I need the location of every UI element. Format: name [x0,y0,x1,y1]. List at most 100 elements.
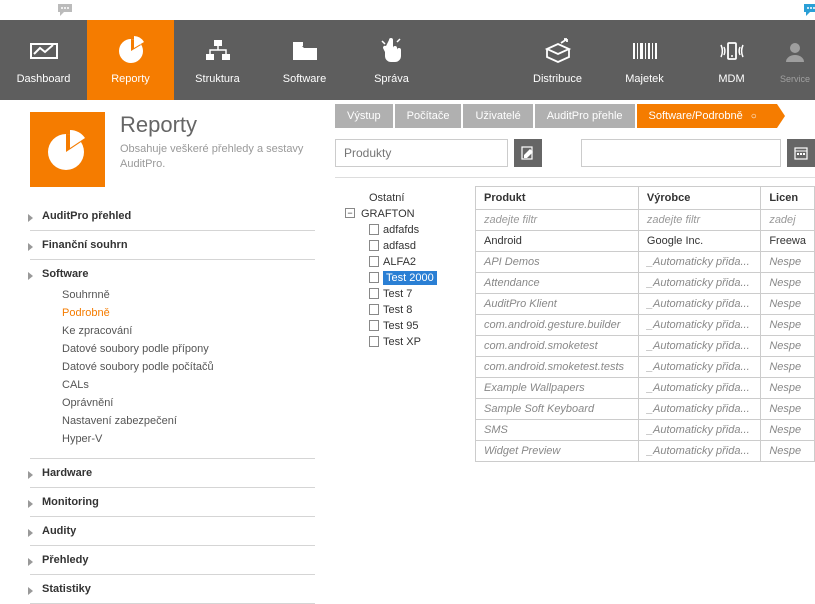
nav-software[interactable]: Software [261,20,348,100]
tab-auditpro-p-ehle[interactable]: AuditPro přehle [535,104,635,128]
tree-view: Ostatní − GRAFTON adfafdsadfasdALFA2Test… [335,186,475,546]
column-header[interactable]: Výrobce [638,187,760,210]
side-item[interactable]: Souhrnně [62,286,315,304]
nav-label: Majetek [625,73,664,85]
table-row[interactable]: Widget Preview_Automaticky přida...Nespe [476,441,815,462]
tab-u-ivatel-[interactable]: Uživatelé [463,104,532,128]
chat-icon[interactable] [56,2,74,18]
side-item[interactable]: CALs [62,376,315,394]
side-item[interactable]: Hyper-V [62,430,315,448]
page-title: Reporty [120,112,325,138]
document-icon [369,272,379,283]
document-icon [369,320,379,331]
document-icon [369,256,379,267]
tree-leaf[interactable]: Test 95 [341,318,475,334]
table-row[interactable]: com.android.smoketest_Automaticky přida.… [476,336,815,357]
tabs: VýstupPočítačeUživateléAuditPro přehleSo… [335,104,815,128]
tree-leaf[interactable]: Test 2000 [341,270,475,286]
nav-label: Správa [374,73,409,85]
table-row[interactable]: com.android.smoketest.tests_Automaticky … [476,357,815,378]
column-filter-input[interactable]: zadejte filtr [638,210,760,231]
tab-v-stup[interactable]: Výstup [335,104,393,128]
tree-leaf[interactable]: Test 7 [341,286,475,302]
date-range-input[interactable] [581,139,781,167]
page-description: Obsahuje veškeré přehledy a sestavy Audi… [120,142,325,173]
nav-mdm[interactable]: MDM [688,20,775,100]
column-filter-input[interactable]: zadejte filtr [476,210,639,231]
document-icon [369,288,379,299]
side-item[interactable]: Oprávnění [62,394,315,412]
side-group-přehledy[interactable]: Přehledy [30,554,315,566]
side-group-audity[interactable]: Audity [30,525,315,537]
side-group-auditpro-přehled[interactable]: AuditPro přehled [30,210,315,222]
side-group-monitoring[interactable]: Monitoring [30,496,315,508]
tree-leaf[interactable]: adfafds [341,222,475,238]
tab-po-ta-e[interactable]: Počítače [395,104,462,128]
nav-label: Struktura [195,73,240,85]
box-share-icon [542,35,574,67]
tree-root[interactable]: Ostatní [341,190,475,206]
nav-struktura[interactable]: Struktura [174,20,261,100]
table-row[interactable]: Example Wallpapers_Automaticky přida...N… [476,378,815,399]
structure-icon [202,35,234,67]
software-grid: ProduktVýrobceLicen zadejte filtrzadejte… [475,186,815,462]
tree-leaf[interactable]: adfasd [341,238,475,254]
tree-parent[interactable]: − GRAFTON [341,206,475,222]
side-item[interactable]: Podrobně [62,304,315,322]
tab-software-podrobn-[interactable]: Software/Podrobně○ [637,104,777,128]
tree-collapse-icon[interactable]: − [345,208,355,218]
table-row[interactable]: Sample Soft Keyboard_Automaticky přida..… [476,399,815,420]
nav-reporty[interactable]: Reporty [87,20,174,100]
nav-dashboard[interactable]: Dashboard [0,20,87,100]
table-row[interactable]: AuditPro Klient_Automaticky přida...Nesp… [476,294,815,315]
document-icon [369,304,379,315]
filter-edit-button[interactable] [514,139,542,167]
nav-distribuce[interactable]: Distribuce [514,20,601,100]
side-group-finanční-souhrn[interactable]: Finanční souhrn [30,239,315,251]
main-nav: Dashboard Reporty Struktura Software Spr… [0,20,815,100]
side-item[interactable]: Datové soubory podle počítačů [62,358,315,376]
nav-majetek[interactable]: Majetek [601,20,688,100]
side-item[interactable]: Nastavení zabezpečení [62,412,315,430]
tree-leaf[interactable]: Test 8 [341,302,475,318]
side-menu: AuditPro přehled Finanční souhrn Software S… [0,202,335,604]
side-group-hardware[interactable]: Hardware [30,467,315,479]
filter-bar [335,136,815,178]
folder-icon [289,35,321,67]
table-row[interactable]: Attendance_Automaticky přida...Nespe [476,273,815,294]
chat-icon[interactable] [802,2,815,18]
nav-label: Service [780,74,810,84]
nav-label: MDM [718,73,744,85]
hand-pointer-icon [376,35,408,67]
nav-label: Software [283,73,326,85]
nav-sprava[interactable]: Správa [348,20,435,100]
tab-close-icon[interactable]: ○ [751,111,757,122]
tree-leaf[interactable]: ALFA2 [341,254,475,270]
nav-label: Reporty [111,73,150,85]
dashboard-icon [28,35,60,67]
column-header[interactable]: Produkt [476,187,639,210]
page-pie-icon [30,112,105,187]
table-row[interactable]: com.android.gesture.builder_Automaticky … [476,315,815,336]
user-icon [779,36,811,68]
column-filter-input[interactable]: zadej [761,210,815,231]
nav-label: Dashboard [17,73,71,85]
page-header: Reporty Obsahuje veškeré přehledy a sest… [0,112,335,202]
barcode-icon [629,35,661,67]
pie-chart-icon [115,35,147,67]
product-filter-input[interactable] [335,139,508,167]
side-group-software[interactable]: Software [30,268,315,280]
mobile-signal-icon [716,35,748,67]
document-icon [369,336,379,347]
tree-leaf[interactable]: Test XP [341,334,475,350]
calendar-button[interactable] [787,139,815,167]
table-row[interactable]: API Demos_Automaticky přida...Nespe [476,252,815,273]
table-row[interactable]: SMS_Automaticky přida...Nespe [476,420,815,441]
table-row[interactable]: AndroidGoogle Inc.Freewa [476,231,815,252]
document-icon [369,240,379,251]
nav-label: Distribuce [533,73,582,85]
nav-service[interactable]: Service [775,20,815,100]
side-item[interactable]: Datové soubory podle přípony [62,340,315,358]
column-header[interactable]: Licen [761,187,815,210]
side-item[interactable]: Ke zpracování [62,322,315,340]
